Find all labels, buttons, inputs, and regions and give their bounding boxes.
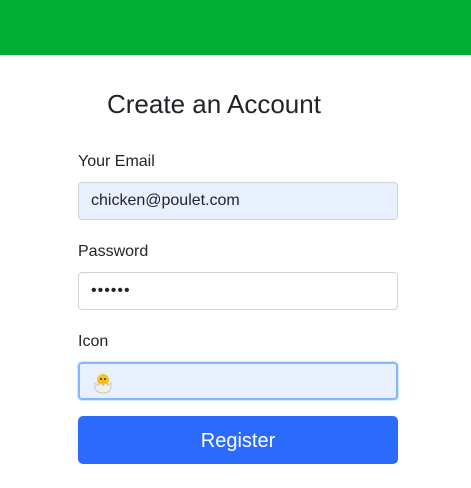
- top-header-bar: [0, 0, 471, 55]
- register-button[interactable]: Register: [78, 416, 398, 464]
- email-label: Your Email: [78, 153, 155, 170]
- icon-label: Icon: [78, 333, 109, 350]
- password-label: Password: [78, 243, 149, 260]
- page-title: Create an Account: [107, 89, 321, 119]
- email-field[interactable]: [78, 182, 398, 220]
- password-field[interactable]: [78, 272, 398, 310]
- icon-field[interactable]: [78, 362, 398, 400]
- register-form: Create an Account Your Email Password Ic…: [78, 86, 398, 464]
- hatching-chick-icon: [94, 374, 112, 394]
